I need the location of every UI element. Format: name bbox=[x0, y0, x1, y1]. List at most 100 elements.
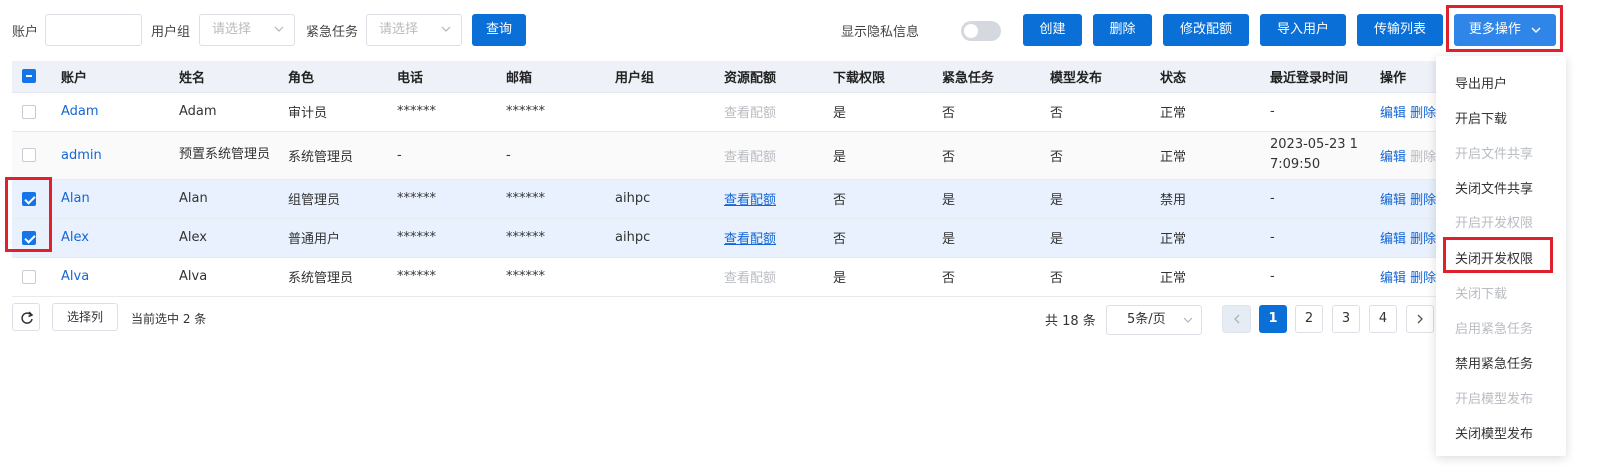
menu-item-disable-download: 关闭下载 bbox=[1455, 287, 1508, 302]
refresh-icon bbox=[21, 311, 34, 324]
row-checkbox[interactable] bbox=[22, 148, 36, 162]
cell-role: 系统管理员 bbox=[280, 131, 389, 180]
edit-link[interactable]: 编辑 bbox=[1380, 232, 1406, 247]
col-header-status[interactable]: 状态 bbox=[1152, 61, 1262, 93]
cell-quota: 查看配额 bbox=[716, 131, 825, 180]
edit-quota-button[interactable]: 修改配额 bbox=[1163, 14, 1249, 46]
cell-account: Alan bbox=[53, 179, 171, 219]
cell-publish: 是 bbox=[1042, 179, 1152, 219]
cell-name: Alan bbox=[171, 179, 280, 219]
page-button-1[interactable]: 1 bbox=[1259, 305, 1287, 333]
page-size-select[interactable]: 5条/页 bbox=[1106, 305, 1202, 335]
cell-urgent: 是 bbox=[934, 218, 1042, 258]
col-header-urgent[interactable]: 紧急任务 bbox=[934, 61, 1042, 93]
query-button[interactable]: 查询 bbox=[472, 14, 526, 46]
menu-item-export-users[interactable]: 导出用户 bbox=[1455, 73, 1507, 92]
cell-email: ****** bbox=[498, 179, 607, 219]
more-actions-menu: 导出用户 开启下载 开启文件共享 关闭文件共享 开启开发权限 关闭开发权限 关闭… bbox=[1436, 56, 1566, 456]
cell-urgent: 否 bbox=[934, 92, 1042, 132]
menu-item-enable-file-share: 开启文件共享 bbox=[1455, 147, 1534, 162]
cell-download: 否 bbox=[825, 218, 934, 258]
chevron-down-icon bbox=[274, 26, 284, 32]
delete-button[interactable]: 删除 bbox=[1093, 14, 1152, 46]
account-input[interactable] bbox=[45, 14, 142, 46]
menu-item-disable-file-share[interactable]: 关闭文件共享 bbox=[1455, 178, 1533, 197]
cell-quota: 查看配额 bbox=[716, 218, 825, 258]
edit-link[interactable]: 编辑 bbox=[1380, 106, 1406, 121]
menu-item-disable-urgent-task[interactable]: 禁用紧急任务 bbox=[1455, 353, 1533, 372]
cell-group bbox=[607, 257, 716, 297]
table-row: admin 预置系统管理员 系统管理员 - - 查看配额 是 否 否 正常 20… bbox=[12, 131, 1488, 180]
col-header-phone[interactable]: 电话 bbox=[389, 61, 498, 93]
menu-item-disable-model-publish[interactable]: 关闭模型发布 bbox=[1455, 423, 1533, 442]
account-link[interactable]: Adam bbox=[61, 104, 99, 119]
prev-page-button[interactable] bbox=[1222, 305, 1251, 333]
more-actions-button[interactable]: 更多操作 bbox=[1454, 14, 1556, 46]
filter-toolbar: 账户 用户组 请选择 紧急任务 请选择 查询 显示隐私信息 创建 删除 修改配额… bbox=[0, 0, 1615, 60]
privacy-toggle[interactable] bbox=[961, 21, 1001, 41]
select-all-checkbox[interactable] bbox=[22, 69, 36, 84]
cell-role: 审计员 bbox=[280, 92, 389, 132]
col-header-publish[interactable]: 模型发布 bbox=[1042, 61, 1152, 93]
create-button[interactable]: 创建 bbox=[1023, 14, 1082, 46]
row-select-cell bbox=[12, 92, 53, 132]
col-header-role[interactable]: 角色 bbox=[280, 61, 389, 93]
account-link[interactable]: Alva bbox=[61, 269, 89, 284]
row-checkbox[interactable] bbox=[22, 269, 36, 284]
row-checkbox[interactable] bbox=[22, 104, 36, 119]
delete-link[interactable]: 删除 bbox=[1410, 106, 1436, 121]
account-link[interactable]: Alex bbox=[61, 230, 89, 245]
chevron-right-icon bbox=[1417, 314, 1423, 324]
col-header-name[interactable]: 姓名 bbox=[171, 61, 280, 93]
delete-link[interactable]: 删除 bbox=[1410, 193, 1436, 208]
group-select[interactable]: 请选择 bbox=[199, 14, 295, 46]
toggle-knob bbox=[964, 24, 978, 38]
cell-quota: 查看配额 bbox=[716, 92, 825, 132]
cell-phone: - bbox=[389, 131, 498, 180]
col-header-quota[interactable]: 资源配额 bbox=[716, 61, 825, 93]
cell-urgent: 否 bbox=[934, 131, 1042, 180]
import-users-button[interactable]: 导入用户 bbox=[1260, 14, 1346, 46]
urgent-select[interactable]: 请选择 bbox=[366, 14, 462, 46]
account-link[interactable]: Alan bbox=[61, 191, 90, 206]
edit-link[interactable]: 编辑 bbox=[1380, 193, 1406, 208]
next-page-button[interactable] bbox=[1406, 305, 1434, 333]
refresh-button[interactable] bbox=[12, 303, 40, 331]
select-columns-button[interactable]: 选择列 bbox=[52, 303, 118, 331]
menu-item-enable-download[interactable]: 开启下载 bbox=[1455, 108, 1507, 127]
cell-last-login: 2023-05-23 17:09:50 bbox=[1262, 131, 1372, 180]
table-header-row: 账户 姓名 角色 电话 邮箱 用户组 资源配额 下载权限 紧急任务 模型发布 状… bbox=[12, 61, 1488, 93]
row-select-cell bbox=[12, 257, 53, 297]
row-checkbox[interactable] bbox=[22, 191, 36, 206]
cell-download: 是 bbox=[825, 131, 934, 180]
view-quota-link[interactable]: 查看配额 bbox=[724, 193, 776, 208]
page-button-2[interactable]: 2 bbox=[1295, 305, 1323, 333]
table-row: Adam Adam 审计员 ****** ****** 查看配额 是 否 否 正… bbox=[12, 92, 1488, 132]
urgent-label: 紧急任务 bbox=[306, 25, 359, 40]
edit-link[interactable]: 编辑 bbox=[1380, 271, 1406, 286]
col-header-group[interactable]: 用户组 bbox=[607, 61, 716, 93]
row-checkbox[interactable] bbox=[22, 230, 36, 245]
col-header-last-login[interactable]: 最近登录时间 bbox=[1262, 61, 1372, 93]
menu-item-enable-dev-permission: 开启开发权限 bbox=[1455, 216, 1534, 231]
delete-link[interactable]: 删除 bbox=[1410, 232, 1436, 247]
cell-status: 正常 bbox=[1152, 131, 1262, 180]
privacy-label: 显示隐私信息 bbox=[841, 25, 920, 40]
col-header-download[interactable]: 下载权限 bbox=[825, 61, 934, 93]
cell-email: ****** bbox=[498, 218, 607, 258]
chevron-down-icon bbox=[1531, 27, 1541, 33]
users-table: 账户 姓名 角色 电话 邮箱 用户组 资源配额 下载权限 紧急任务 模型发布 状… bbox=[12, 61, 1488, 297]
page-button-4[interactable]: 4 bbox=[1369, 305, 1397, 333]
delete-link[interactable]: 删除 bbox=[1410, 271, 1436, 286]
page-button-3[interactable]: 3 bbox=[1332, 305, 1360, 333]
table-row: Alan Alan 组管理员 ****** ****** aihpc 查看配额 … bbox=[12, 179, 1488, 219]
transfer-list-button[interactable]: 传输列表 bbox=[1357, 14, 1443, 46]
view-quota-link[interactable]: 查看配额 bbox=[724, 232, 776, 247]
col-header-account[interactable]: 账户 bbox=[53, 61, 171, 93]
col-header-email[interactable]: 邮箱 bbox=[498, 61, 607, 93]
account-link[interactable]: admin bbox=[61, 148, 102, 163]
cell-last-login: - bbox=[1262, 257, 1372, 297]
cell-group bbox=[607, 131, 716, 180]
menu-item-disable-dev-permission[interactable]: 关闭开发权限 bbox=[1455, 248, 1533, 267]
edit-link[interactable]: 编辑 bbox=[1380, 150, 1406, 165]
